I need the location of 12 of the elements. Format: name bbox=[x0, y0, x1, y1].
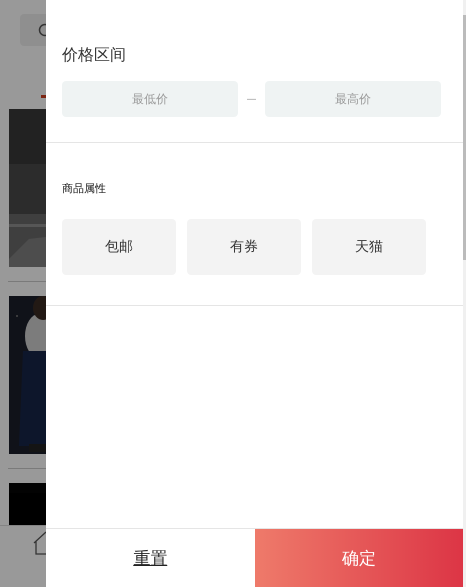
filter-tag[interactable]: 有券 bbox=[187, 219, 301, 275]
range-separator: — bbox=[246, 94, 258, 104]
min-price-field[interactable]: 最低价 bbox=[62, 81, 238, 117]
confirm-button[interactable]: 确定 bbox=[254, 529, 463, 587]
filter-tag[interactable]: 包邮 bbox=[62, 219, 176, 275]
filter-tag[interactable]: 天猫 bbox=[312, 219, 426, 275]
section-title: 商品属性 bbox=[62, 181, 107, 197]
section-title: 价格区间 bbox=[62, 44, 127, 66]
scrollbar-thumb[interactable] bbox=[463, 15, 466, 260]
scrollbar[interactable] bbox=[463, 0, 466, 587]
max-price-field[interactable]: 最高价 bbox=[265, 81, 441, 117]
home-icon[interactable] bbox=[33, 531, 46, 555]
